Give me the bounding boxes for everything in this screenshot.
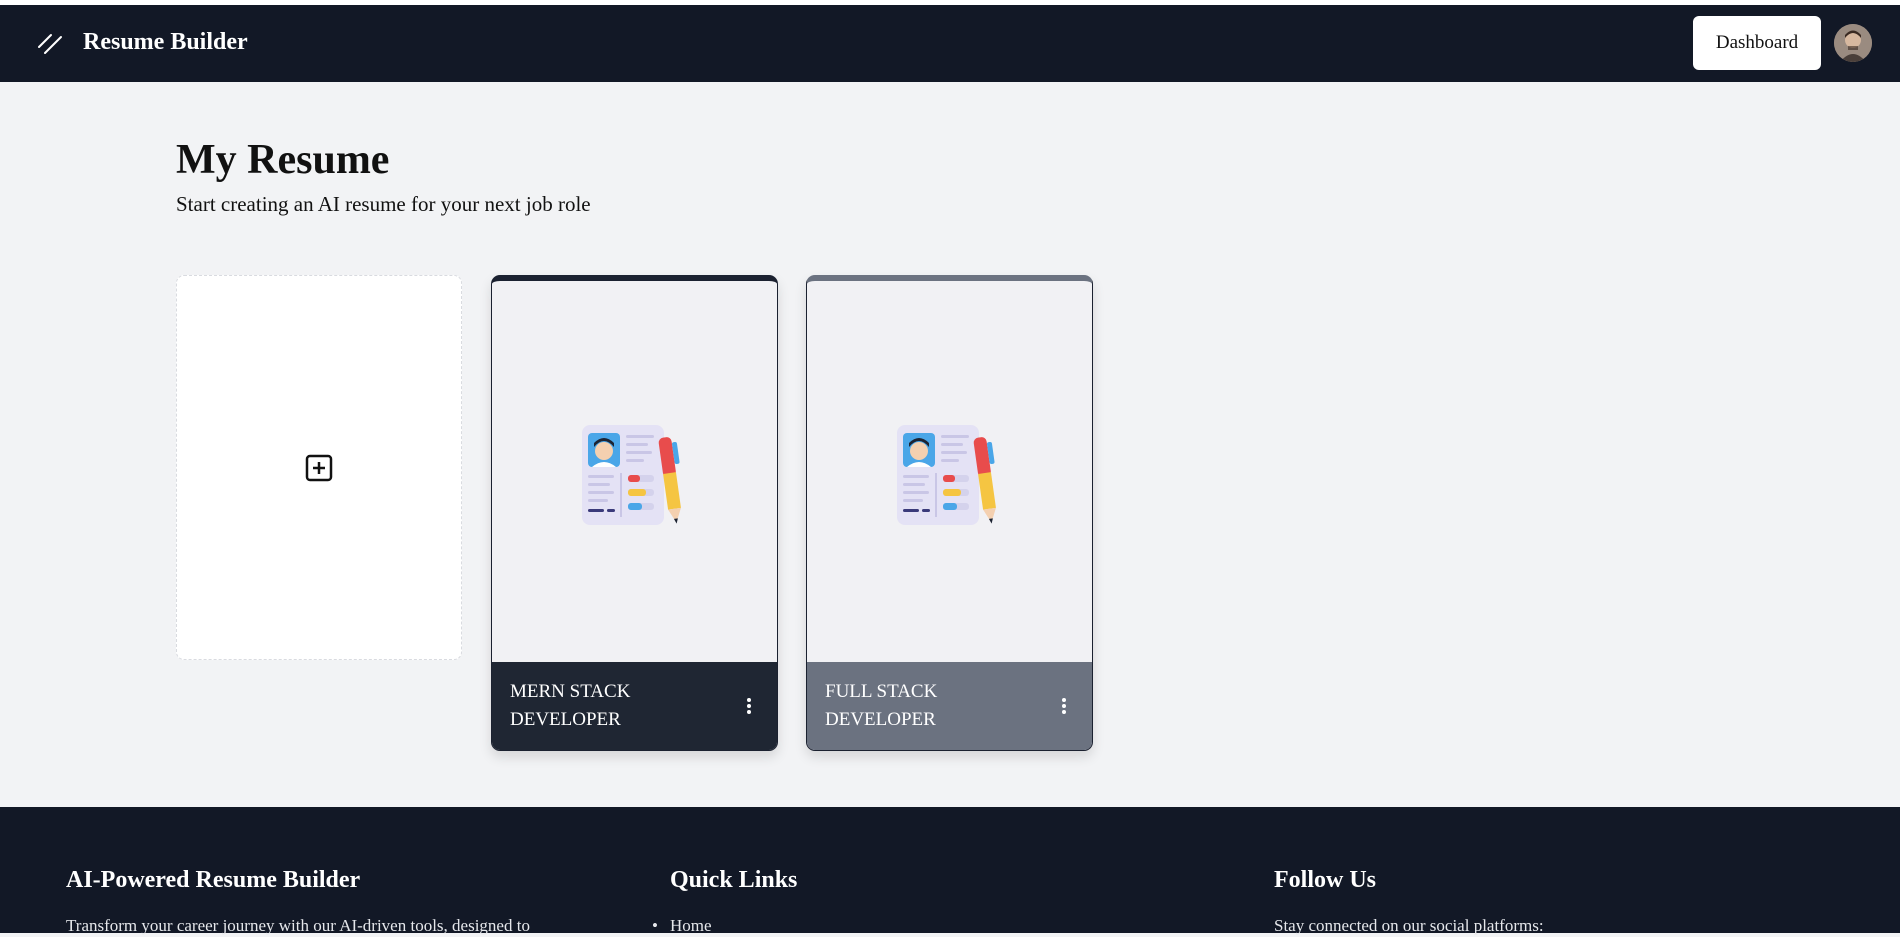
resume-pen-icon — [581, 424, 681, 525]
slash-lines-icon[interactable] — [37, 31, 63, 57]
page-title: My Resume — [176, 137, 390, 183]
resume-card[interactable]: FULL STACK DEVELOPER — [806, 275, 1093, 751]
footer-about-title: AI-Powered Resume Builder — [66, 867, 361, 893]
footer-links-title: Quick Links — [670, 867, 798, 893]
footer-follow: Follow Us Stay connected on our social p… — [1274, 865, 1544, 937]
more-vertical-icon[interactable] — [739, 694, 759, 718]
brand-name[interactable]: Resume Builder — [83, 27, 248, 57]
footer-link-home[interactable]: Home — [652, 915, 797, 937]
footer-follow-text: Stay connected on our social platforms: — [1274, 916, 1544, 935]
resume-pen-icon — [896, 424, 996, 525]
footer-about: AI-Powered Resume Builder Transform your… — [66, 865, 530, 937]
plus-square-icon — [305, 454, 333, 481]
top-navbar: Resume Builder Dashboard — [0, 5, 1900, 82]
footer-links-list: Home — [652, 915, 797, 937]
footer-about-text: Transform your career journey with our A… — [66, 916, 530, 935]
add-resume-card[interactable] — [176, 275, 462, 660]
resume-illustration — [807, 281, 1092, 668]
footer-follow-title: Follow Us — [1274, 867, 1376, 893]
resume-card[interactable]: MERN STACK DEVELOPER — [491, 275, 778, 751]
resume-card-footer: MERN STACK DEVELOPER — [492, 662, 777, 750]
dashboard-button[interactable]: Dashboard — [1693, 16, 1821, 70]
avatar-image — [1834, 24, 1872, 62]
resume-card-footer: FULL STACK DEVELOPER — [807, 662, 1092, 750]
resume-illustration — [492, 281, 777, 668]
more-vertical-icon[interactable] — [1054, 694, 1074, 718]
page-subtitle: Start creating an AI resume for your nex… — [176, 192, 591, 216]
resume-title: FULL STACK DEVELOPER — [825, 681, 938, 730]
resume-title: MERN STACK DEVELOPER — [510, 681, 631, 730]
page-footer: AI-Powered Resume Builder Transform your… — [0, 807, 1900, 937]
user-avatar[interactable] — [1834, 24, 1872, 62]
footer-quick-links: Quick Links Home — [652, 865, 798, 937]
